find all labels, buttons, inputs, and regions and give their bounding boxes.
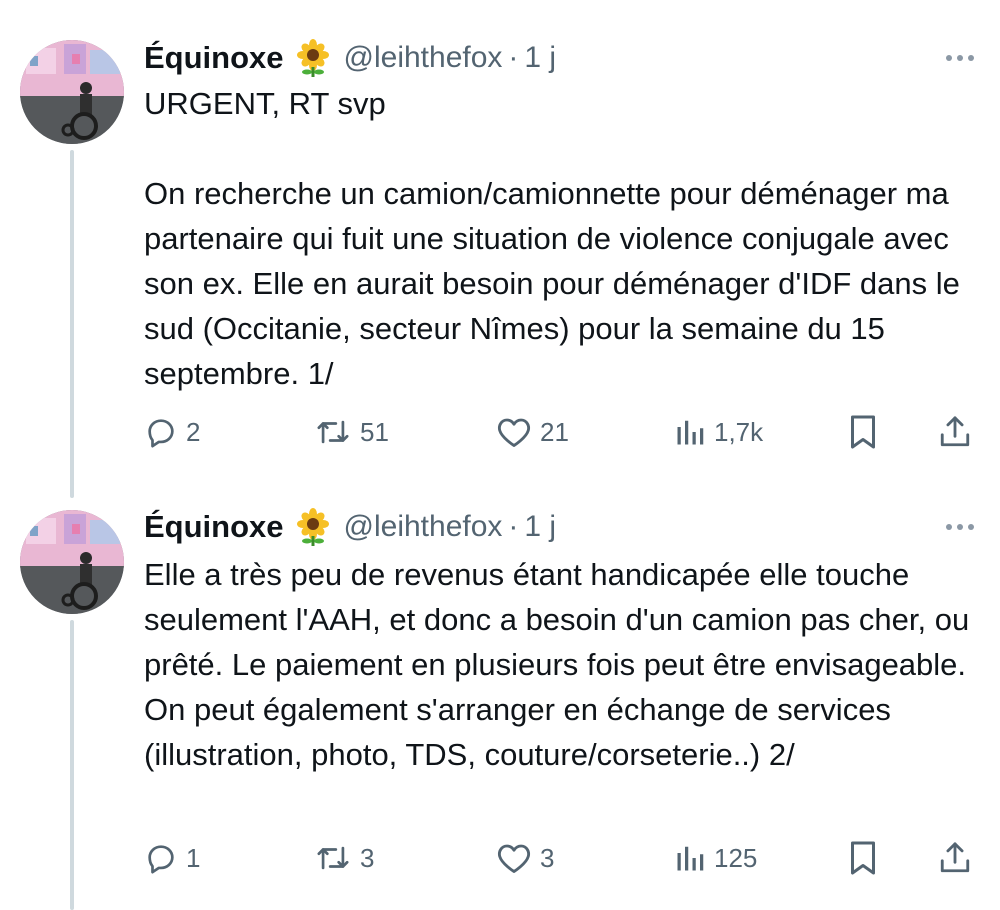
separator: · [508,510,519,543]
views-button[interactable]: 125 [674,836,757,880]
retweet-button[interactable]: 3 [314,836,374,880]
author-name[interactable]: Équinoxe [144,509,284,545]
reply-icon [144,841,178,875]
retweet-icon [314,841,352,875]
tweet-2[interactable]: Équinoxe @leihthefox · 1 j Elle a très p… [0,0,1000,910]
tweet-paragraph: Elle a très peu de revenus étant handica… [144,557,970,772]
retweet-count: 3 [360,842,375,873]
heart-icon [496,841,532,875]
tweet-actions: 1 3 3 125 [144,836,980,880]
like-count: 3 [540,842,555,873]
sunflower-icon [294,508,332,546]
bookmark-button[interactable] [848,836,878,880]
more-icon[interactable] [946,517,974,537]
tweet-text: Elle a très peu de revenus étant handica… [144,552,984,777]
reply-count: 1 [186,842,201,873]
avatar[interactable] [20,510,124,614]
author-handle[interactable]: @leihthefox [344,510,503,544]
views-icon [674,843,706,873]
tweet-header: Équinoxe @leihthefox · 1 j [144,505,556,549]
like-button[interactable]: 3 [496,836,554,880]
timestamp[interactable]: 1 j [524,510,556,544]
share-icon [938,840,972,876]
views-count: 125 [714,842,758,873]
reply-button[interactable]: 1 [144,836,200,880]
bookmark-icon [848,840,878,876]
share-button[interactable] [938,836,972,880]
